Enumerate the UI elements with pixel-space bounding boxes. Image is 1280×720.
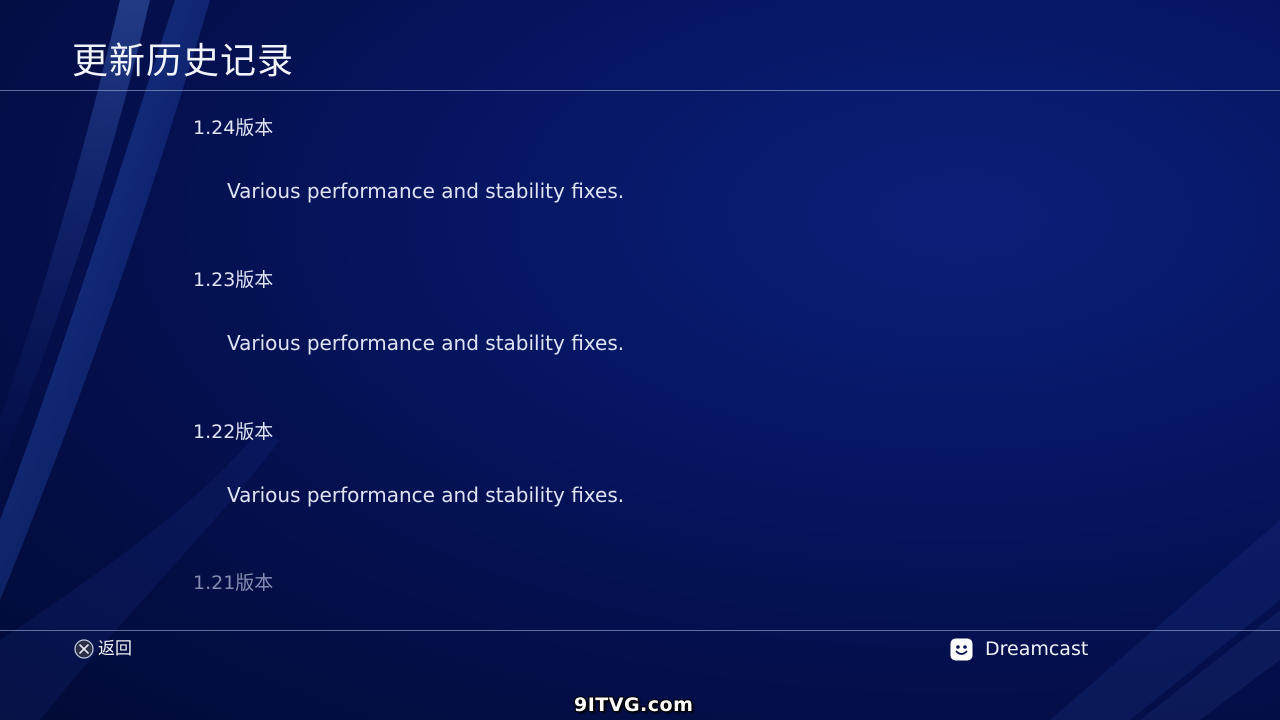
title-bar: 更新历史记录: [0, 0, 1280, 91]
version-label: 1.23版本: [193, 269, 274, 291]
page-title: 更新历史记录: [72, 41, 295, 82]
smiley-avatar-icon: [950, 638, 973, 660]
version-label: 1.22版本: [193, 421, 274, 443]
update-history-list[interactable]: 1.24版本 Various performance and stability…: [0, 91, 1280, 630]
back-label: 返回: [98, 639, 132, 659]
version-label: 1.21版本: [193, 572, 274, 594]
username: Dreamcast: [985, 638, 1089, 660]
watermark: 9ITVG.com: [574, 694, 694, 716]
release-notes: Various performance and stability fixes.: [227, 483, 625, 507]
release-notes: Various performance and stability fixes.: [227, 331, 625, 355]
cross-button-icon: [74, 639, 94, 659]
back-button[interactable]: 返回: [74, 638, 132, 660]
version-label: 1.24版本: [193, 117, 274, 139]
history-entry[interactable]: 1.21版本: [0, 546, 1280, 630]
release-notes: Various performance and stability fixes.: [227, 179, 625, 203]
history-entry[interactable]: 1.24版本 Various performance and stability…: [0, 91, 1280, 243]
history-entry[interactable]: 1.22版本 Various performance and stability…: [0, 395, 1280, 547]
history-entry[interactable]: 1.23版本 Various performance and stability…: [0, 243, 1280, 395]
user-indicator: Dreamcast: [950, 637, 1088, 661]
